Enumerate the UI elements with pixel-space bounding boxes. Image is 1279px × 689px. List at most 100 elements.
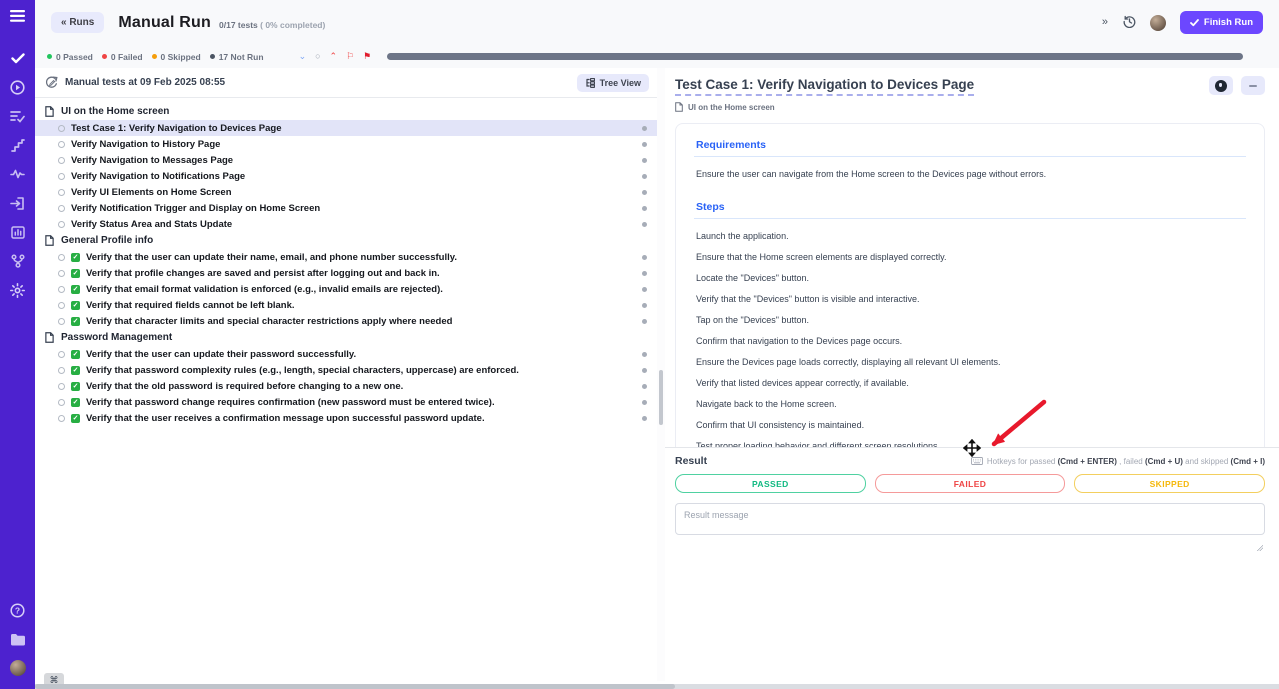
check-emoji: ✓ <box>71 285 80 294</box>
test-case-row[interactable]: ✓Verify that email format validation is … <box>35 281 657 297</box>
menu-icon[interactable] <box>10 8 26 24</box>
breadcrumb-label[interactable]: UI on the Home screen <box>688 103 775 112</box>
run-stat: 0 Passed <box>47 52 93 62</box>
move-cursor-icon[interactable] <box>963 439 981 457</box>
hotkey-segment: and skipped <box>1183 457 1231 466</box>
step-text: Ensure the Devices page loads correctly,… <box>694 357 1246 367</box>
play-circle-icon[interactable] <box>10 79 26 95</box>
test-case-row[interactable]: Verify Status Area and Stats Update <box>35 216 657 232</box>
vertical-scrollbar-thumb[interactable] <box>659 370 663 425</box>
test-case-row[interactable]: ✓Verify that required fields cannot be l… <box>35 297 657 313</box>
chevron-down-icon[interactable]: ⌄ <box>299 52 307 61</box>
check-emoji: ✓ <box>71 398 80 407</box>
test-case-row[interactable]: ✓Verify that the user can update their n… <box>35 249 657 265</box>
title-actions <box>1209 76 1265 95</box>
test-runs-icon[interactable] <box>10 108 26 124</box>
check-emoji: ✓ <box>71 253 80 262</box>
branch-icon[interactable] <box>10 253 26 269</box>
projects-folder-icon[interactable] <box>10 631 26 647</box>
run-stat: 17 Not Run <box>210 52 264 62</box>
ink-drop-button[interactable] <box>1209 76 1233 95</box>
import-icon[interactable] <box>10 195 26 211</box>
test-case-row[interactable]: ✓Verify that the user receives a confirm… <box>35 410 657 426</box>
test-case-label: Verify that the old password is required… <box>86 381 403 392</box>
activity-icon[interactable] <box>10 166 26 182</box>
more-options-button[interactable] <box>1241 76 1265 95</box>
fast-forward-icon[interactable]: » <box>1102 17 1109 28</box>
finish-run-button[interactable]: Finish Run <box>1180 11 1263 34</box>
back-to-runs-button[interactable]: « Runs <box>51 12 104 33</box>
suite-row[interactable]: Password Management <box>35 329 657 346</box>
step-text: Confirm that UI consistency is maintaine… <box>694 420 1246 430</box>
result-buttons: PASSED FAILED SKIPPED <box>675 474 1265 493</box>
help-icon[interactable]: ? <box>10 602 26 618</box>
test-case-row[interactable]: Verify Navigation to Messages Page <box>35 152 657 168</box>
horizontal-scrollbar-thumb[interactable] <box>35 684 675 689</box>
check-emoji: ✓ <box>71 350 80 359</box>
stat-dot <box>102 54 107 59</box>
panel-divider[interactable] <box>657 68 665 681</box>
horizontal-scrollbar[interactable] <box>35 684 1279 689</box>
test-case-row[interactable]: ✓Verify that profile changes are saved a… <box>35 265 657 281</box>
test-case-row[interactable]: Verify UI Elements on Home Screen <box>35 184 657 200</box>
status-circle-icon <box>58 189 65 196</box>
user-avatar[interactable] <box>1150 15 1166 31</box>
result-status-dot <box>642 271 647 276</box>
check-emoji: ✓ <box>71 317 80 326</box>
passed-button[interactable]: PASSED <box>675 474 866 493</box>
hotkey-segment: (Cmd + ENTER) <box>1058 457 1117 466</box>
test-case-label: Verify Status Area and Stats Update <box>71 219 232 230</box>
caret-up-icon[interactable]: ⌃ <box>330 52 338 61</box>
test-case-row[interactable]: ✓Verify that password change requires co… <box>35 394 657 410</box>
settings-gear-icon[interactable] <box>10 282 26 298</box>
result-message-input[interactable] <box>675 503 1265 535</box>
status-circle-icon <box>58 286 65 293</box>
status-circle-icon <box>58 383 65 390</box>
check-emoji: ✓ <box>71 269 80 278</box>
test-case-label: Verify Navigation to Messages Page <box>71 155 233 166</box>
test-case-row[interactable]: Verify Navigation to History Page <box>35 136 657 152</box>
check-icon[interactable] <box>10 50 26 66</box>
step-text: Launch the application. <box>694 231 1246 241</box>
test-case-row[interactable]: ✓Verify that password complexity rules (… <box>35 362 657 378</box>
result-status-dot <box>642 255 647 260</box>
reports-icon[interactable] <box>10 224 26 240</box>
test-case-row[interactable]: ✓Verify that the old password is require… <box>35 378 657 394</box>
suite-row[interactable]: UI on the Home screen <box>35 103 657 120</box>
result-status-dot <box>642 190 647 195</box>
flag-solid-icon[interactable]: ⚑ <box>363 52 371 61</box>
tree-body: UI on the Home screenTest Case 1: Verify… <box>35 98 657 426</box>
status-circle-icon[interactable]: ○ <box>315 52 320 61</box>
detail-content: Test Case 1: Verify Navigation to Device… <box>665 68 1279 494</box>
status-circle-icon <box>58 221 65 228</box>
tree-header: Manual tests at 09 Feb 2025 08:55 Tree V… <box>35 68 657 98</box>
resize-grip-icon[interactable] <box>1256 544 1263 551</box>
hotkey-segment: Hotkeys for passed <box>987 457 1058 466</box>
test-case-row[interactable]: ✓Verify that the user can update their p… <box>35 346 657 362</box>
requirements-heading: Requirements <box>694 139 1246 157</box>
failed-button[interactable]: FAILED <box>875 474 1066 493</box>
tree-view-button[interactable]: Tree View <box>577 74 649 92</box>
history-clock-icon[interactable] <box>1123 15 1136 31</box>
status-circle-icon <box>58 141 65 148</box>
sidebar-avatar[interactable] <box>10 660 26 676</box>
suite-row[interactable]: General Profile info <box>35 232 657 249</box>
steps-icon[interactable] <box>10 137 26 153</box>
test-case-row[interactable]: ✓Verify that character limits and specia… <box>35 313 657 329</box>
test-case-row[interactable]: Verify Navigation to Notifications Page <box>35 168 657 184</box>
status-circle-icon <box>58 399 65 406</box>
test-case-row[interactable]: Test Case 1: Verify Navigation to Device… <box>35 120 657 136</box>
stats-group: 0 Passed0 Failed0 Skipped17 Not Run <box>47 52 273 62</box>
test-case-title[interactable]: Test Case 1: Verify Navigation to Device… <box>675 77 974 96</box>
step-text: Confirm that navigation to the Devices p… <box>694 336 1246 346</box>
run-stat: 0 Skipped <box>152 52 201 62</box>
status-circle-icon <box>58 351 65 358</box>
page-title: Manual Run <box>118 14 211 32</box>
run-edit-icon <box>45 76 58 89</box>
keyboard-icon <box>971 457 983 465</box>
test-case-row[interactable]: Verify Notification Trigger and Display … <box>35 200 657 216</box>
document-icon <box>675 102 683 112</box>
suite-title: General Profile info <box>61 235 153 246</box>
flag-outline-icon[interactable]: ⚐ <box>346 52 354 61</box>
skipped-button[interactable]: SKIPPED <box>1074 474 1265 493</box>
